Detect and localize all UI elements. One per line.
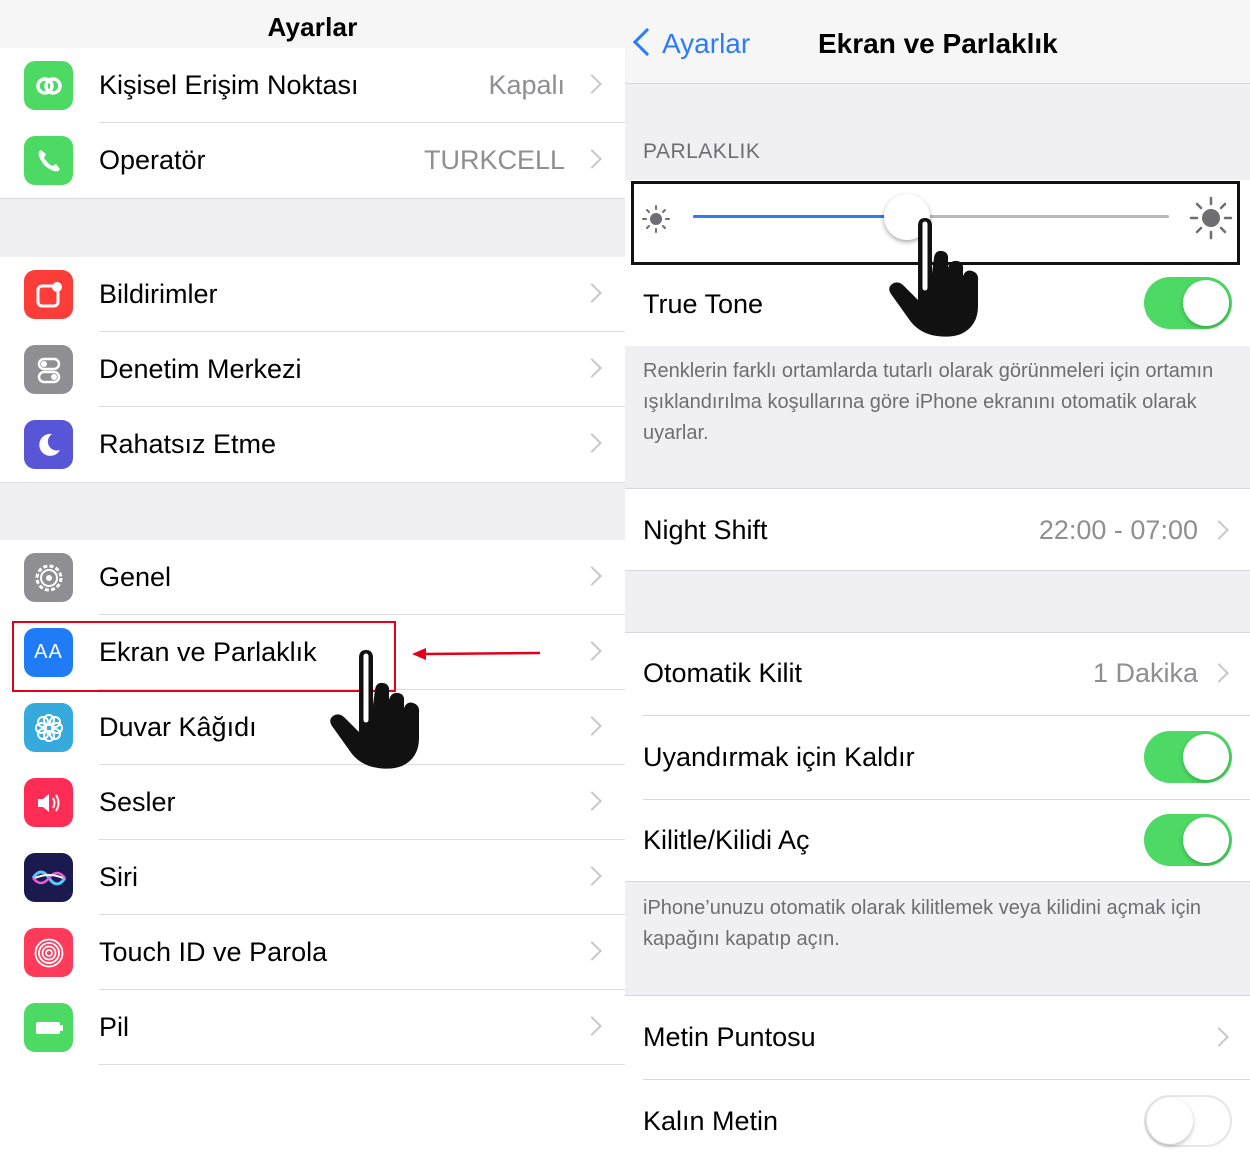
chevron-right-icon: [582, 149, 602, 169]
settings-row-label: Kalın Metin: [643, 1106, 779, 1136]
settings-row-label: True Tone: [643, 289, 764, 319]
chevron-right-icon: [582, 433, 602, 453]
gear-icon: [24, 553, 73, 602]
settings-row-lock-unlock[interactable]: Kilitle/Kilidi Aç: [625, 800, 1250, 882]
chevron-right-icon: [582, 1016, 602, 1036]
chevron-right-icon: [582, 641, 602, 661]
back-button[interactable]: Ayarlar: [662, 28, 750, 60]
settings-row-bold-text[interactable]: Kalın Metin: [625, 1080, 1250, 1162]
chevron-right-icon: [582, 791, 602, 811]
chevron-right-icon: [582, 74, 602, 94]
chevron-right-icon: [1209, 663, 1229, 683]
fingerprint-icon: [24, 928, 73, 977]
settings-panel: Ayarlar Kişisel Erişim Noktası Kapalı Op…: [0, 0, 625, 1164]
settings-row-text-size[interactable]: Metin Puntosu: [625, 996, 1250, 1078]
lock-footer: iPhone’unuzu otomatik olarak kilitlemek …: [643, 897, 1202, 950]
chevron-right-icon: [582, 283, 602, 303]
settings-row-auto-lock[interactable]: Otomatik Kilit 1 Dakika: [625, 633, 1250, 715]
chevron-right-icon: [1209, 520, 1229, 540]
chevron-right-icon: [1209, 1027, 1229, 1047]
settings-row-value: TURKCELL: [423, 145, 565, 175]
settings-row-touch-id[interactable]: Touch ID ve Parola: [0, 915, 625, 990]
settings-row-notifications[interactable]: Bildirimler: [0, 257, 625, 332]
settings-row-label: Sesler: [99, 787, 176, 817]
settings-row-label: Rahatsız Etme: [99, 429, 277, 459]
hotspot-icon: [24, 61, 73, 110]
settings-row-carrier[interactable]: Operatör TURKCELL: [0, 123, 625, 198]
phone-icon: [24, 136, 73, 185]
siri-icon: [24, 853, 73, 902]
settings-row-value: 22:00 - 07:00: [1038, 515, 1198, 545]
settings-row-value: 1 Dakika: [1092, 658, 1198, 688]
group-separator: [0, 482, 625, 542]
settings-row-wallpaper[interactable]: Duvar Kâğıdı: [0, 690, 625, 765]
notifications-icon: [24, 270, 73, 319]
sound-icon: [24, 778, 73, 827]
settings-row-label: Duvar Kâğıdı: [99, 712, 257, 742]
settings-group-general: Genel AA Ekran ve Parlaklık Duvar Kâğıdı…: [0, 540, 625, 1065]
settings-group-system: Bildirimler Denetim Merkezi Rahatsız Etm…: [0, 257, 625, 482]
settings-row-label: Kişisel Erişim Noktası: [99, 70, 359, 100]
settings-row-label: Kilitle/Kilidi Aç: [643, 825, 810, 855]
bold-text-toggle[interactable]: [1144, 1095, 1232, 1147]
chevron-left-icon[interactable]: [632, 27, 662, 57]
page-title: Ekran ve Parlaklık: [818, 28, 1058, 59]
moon-icon: [24, 420, 73, 469]
settings-row-raise-to-wake[interactable]: Uyandırmak için Kaldır: [625, 716, 1250, 799]
group-separator: [0, 198, 625, 259]
raise-to-wake-toggle[interactable]: [1144, 731, 1232, 783]
chevron-right-icon: [582, 866, 602, 886]
settings-group-text: Metin Puntosu Kalın Metin: [625, 995, 1250, 1164]
settings-row-value: Kapalı: [488, 70, 565, 100]
lock-unlock-toggle[interactable]: [1144, 814, 1232, 866]
chevron-right-icon: [582, 716, 602, 736]
settings-row-night-shift[interactable]: Night Shift 22:00 - 07:00: [625, 488, 1250, 571]
nav-bar: Ayarlar Ekran ve Parlaklık: [625, 0, 1250, 84]
settings-row-label: Pil: [99, 1012, 130, 1042]
settings-row-label: Metin Puntosu: [643, 1022, 816, 1052]
wallpaper-icon: [24, 703, 73, 752]
settings-row-do-not-disturb[interactable]: Rahatsız Etme: [0, 407, 625, 482]
settings-group-lock: Otomatik Kilit 1 Dakika Uyandırmak için …: [625, 632, 1250, 882]
pointing-hand-icon: [889, 218, 979, 337]
battery-icon: [24, 1003, 73, 1052]
page-title: Ayarlar: [267, 12, 358, 42]
display-settings-panel: Ayarlar Ekran ve Parlaklık PARLAKLIK Tru…: [625, 0, 1250, 1164]
settings-row-sounds[interactable]: Sesler: [0, 765, 625, 840]
settings-row-label: Otomatik Kilit: [643, 658, 803, 688]
true-tone-toggle[interactable]: [1144, 277, 1232, 329]
true-tone-footer: Renklerin farklı ortamlarda tutarlı olar…: [643, 360, 1214, 444]
settings-row-battery[interactable]: Pil: [0, 990, 625, 1065]
settings-row-label: Denetim Merkezi: [99, 354, 302, 384]
control-center-icon: [24, 345, 73, 394]
settings-row-label: Uyandırmak için Kaldır: [643, 742, 915, 772]
settings-row-label: Genel: [99, 562, 172, 592]
chevron-right-icon: [582, 566, 602, 586]
settings-row-label: Siri: [99, 862, 138, 892]
section-header-brightness: PARLAKLIK: [643, 140, 761, 163]
settings-row-label: Touch ID ve Parola: [99, 937, 328, 967]
settings-row-label: Night Shift: [643, 515, 768, 545]
settings-row-label: Bildirimler: [99, 279, 218, 309]
chevron-right-icon: [582, 941, 602, 961]
settings-row-siri[interactable]: Siri: [0, 840, 625, 915]
chevron-right-icon: [582, 358, 602, 378]
settings-row-control-center[interactable]: Denetim Merkezi: [0, 332, 625, 407]
settings-row-general[interactable]: Genel: [0, 540, 625, 615]
settings-group-network: Kişisel Erişim Noktası Kapalı Operatör T…: [0, 48, 625, 198]
pointing-hand-icon: [330, 650, 420, 769]
settings-row-label: Operatör: [99, 145, 206, 175]
settings-row-hotspot[interactable]: Kişisel Erişim Noktası Kapalı: [0, 48, 625, 123]
